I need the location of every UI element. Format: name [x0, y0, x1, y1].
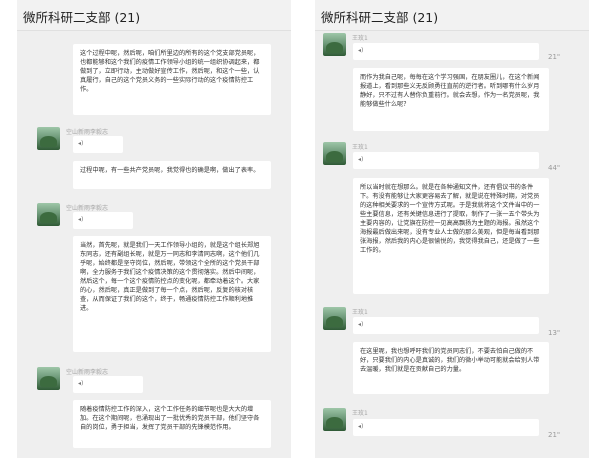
sender-name: 王玫1: [352, 35, 368, 42]
voice-duration: 44": [548, 164, 561, 172]
chat-title: 微所科研二支部 (21): [23, 10, 141, 25]
avatar[interactable]: [37, 203, 60, 226]
transcript-bubble: 在这里呢，我也想呼吁我们的党员同志们，不要去怕自己做的不好，只要我们的内心是真诚…: [353, 342, 549, 394]
transcript-bubble: 当然，首先呢，就是我们一天工作领导小组的，就是这个组长郑旭东同志，还有副组长呢，…: [73, 236, 271, 352]
sender-name: 王玫1: [352, 144, 368, 151]
avatar[interactable]: [37, 367, 60, 390]
voice-message-bubble[interactable]: ◂): [353, 317, 539, 334]
chat-title: 微所科研二支部 (21): [321, 10, 439, 25]
right-chat-panel: 微所科研二支部 (21) 王玫1 ◂) 21" 而作为我自己呢，每每在这个学习强…: [315, 0, 589, 458]
transcript-bubble: 所以当时就在想那么。就是在各种通知文件，还有倡议书的条件下。有没有能够让大家更容…: [353, 178, 549, 294]
sender-name: 王玫1: [352, 309, 368, 316]
avatar[interactable]: [323, 307, 346, 330]
left-chat-panel: 微所科研二支部 (21) 这个过程中呢，然后呢，咱们所里边的所有的这个党支部党员…: [17, 0, 291, 458]
transcript-bubble: 而作为我自己呢，每每在这个学习强国，在朋友圈儿，在这个新闻报道上，看到那些义无反…: [353, 68, 549, 131]
voice-duration: 21": [548, 53, 561, 61]
transcript-bubble: 随着疫情防控工作的深入，这个工作任务的细节呢也是大大的增加。在这个期间呢，也涌现…: [73, 400, 271, 448]
voice-icon: ◂): [78, 380, 84, 387]
chat-header: 微所科研二支部 (21): [315, 0, 589, 31]
avatar[interactable]: [323, 408, 346, 431]
voice-icon: ◂): [78, 140, 84, 147]
voice-icon: ◂): [358, 47, 364, 54]
sender-name: 空山新雨李毅志: [66, 205, 109, 212]
voice-message-bubble[interactable]: ◂): [353, 419, 539, 436]
transcript-bubble: 过程中呢，有一些共产党员呢，我觉得也的确是啊，做出了表率。: [73, 161, 271, 189]
voice-icon: ◂): [358, 156, 364, 163]
sender-name: 空山新雨李毅志: [66, 369, 109, 376]
voice-message-bubble[interactable]: ◂): [353, 43, 539, 60]
chat-header: 微所科研二支部 (21): [17, 0, 291, 31]
voice-message-bubble[interactable]: ◂): [73, 376, 143, 393]
transcript-bubble: 这个过程中呢，然后呢，咱们所里边的所有的这个党支部党员呢，也都能够和这个我们的疫…: [73, 44, 271, 115]
sender-name: 空山新雨李毅志: [66, 129, 109, 136]
voice-message-bubble[interactable]: ◂): [73, 212, 133, 229]
avatar[interactable]: [323, 33, 346, 56]
voice-icon: ◂): [358, 423, 364, 430]
sender-name: 王玫1: [352, 410, 368, 417]
voice-duration: 13": [548, 329, 561, 337]
avatar[interactable]: [37, 127, 60, 150]
voice-icon: ◂): [78, 216, 84, 223]
voice-message-bubble[interactable]: ◂): [353, 152, 539, 169]
voice-icon: ◂): [358, 321, 364, 328]
voice-message-bubble[interactable]: ◂): [73, 136, 123, 153]
voice-duration: 21": [548, 431, 561, 439]
avatar[interactable]: [323, 142, 346, 165]
